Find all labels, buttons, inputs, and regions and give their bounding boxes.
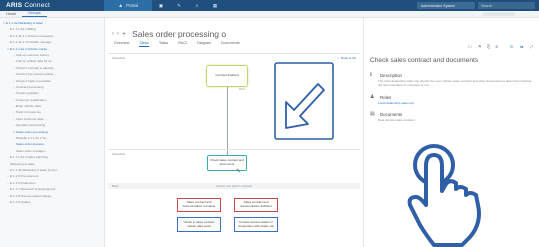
group-tree: ▾E 1.1.4a Marketing & sales ›E 1.1.1 4a 1… [0, 18, 105, 247]
tab-overview[interactable]: Overview [114, 41, 129, 47]
tree-item-label: Quotation processing [16, 123, 46, 128]
panel-tool-1-icon[interactable]: ☐ [468, 44, 472, 49]
tree-item[interactable]: ›E 1.1.9 Quality... [0, 199, 104, 205]
secondary-bar: Home Groups [0, 11, 539, 18]
page-title: Sales order processing o [132, 29, 227, 39]
panel-tool-2-icon[interactable]: ⚑ [478, 44, 482, 49]
role-link[interactable]: Local dealership sales rep [378, 101, 414, 105]
tree-item-label: Sales order manager... [16, 148, 48, 153]
back-to-list-link[interactable]: ← Back to list [337, 56, 356, 60]
tree-item-label: E 1.1.4a Marketing & sales [6, 21, 43, 25]
tree-item-label: Check if contract is already... [16, 65, 56, 70]
process-view: ‹ › + Sales order processing o Overview … [106, 18, 362, 247]
description-text: The local dealership sales rep checks th… [378, 79, 532, 88]
tree-item-label: Contract processing [16, 84, 44, 89]
tree-item-label: E 1.1.4b Marketing & sales (In ber... [10, 167, 60, 172]
band-text: exactly one path is relevant [215, 184, 253, 188]
database-selector[interactable]: Administrator System [417, 2, 475, 9]
tree-item-label: E 1.1.5 Procurement [10, 174, 39, 179]
doc-contract-deficient[interactable]: Sales contract and documentation deficie… [234, 198, 278, 212]
tree-item-label: Marketing & sales [10, 161, 35, 166]
tree-item-label: Check if trade-in possible [16, 78, 51, 83]
lane-label: Overview [112, 56, 125, 60]
tree-item-label: Customer qualification [16, 97, 47, 102]
panel-tool-6-icon[interactable]: ⇆ [520, 44, 523, 49]
portal-icon: ▲ [118, 2, 124, 9]
documents-section: ▤ Documents [370, 111, 403, 117]
panel-tool-4-icon[interactable]: ⊕ [495, 44, 498, 49]
roles-section: ♟ Roles [370, 94, 392, 100]
global-search-input[interactable]: Search [478, 2, 535, 9]
tree-item-label: E 1.1.4a 1 2 Account managem... [10, 33, 56, 38]
tree-item-label: E 1.1.4a 1 3 Portable manage... [10, 40, 54, 45]
panel-tool-7-icon[interactable]: ⤢ [530, 44, 533, 49]
tree-item-label: Call up vehicle data for ac... [16, 59, 55, 64]
tree-item-label: E 1.1.1 4a 1 Billing [10, 27, 36, 32]
top-bar: ARIS Connect ▲ Portal ▣ ✎ ⌕ ▦ Administra… [0, 0, 539, 11]
document-icon: ▤ [370, 111, 375, 117]
person-icon: ♟ [370, 94, 375, 100]
tree-item-label: E 1.1.7 Research & development [10, 187, 56, 192]
collaboration-icon[interactable]: ✎ [170, 0, 188, 11]
tree-item-label: Enter vehicle data [16, 104, 41, 109]
top-right-controls: Administrator System Search [417, 2, 535, 9]
title-row: ‹ › + Sales order processing o [112, 29, 226, 39]
details-panel: ☐ ⚑ ⎘ ⊕ ↻ ⇆ ⤢ Check sales contract and d… [363, 18, 539, 247]
tab-raci[interactable]: RACI [178, 41, 187, 47]
designer-icon[interactable]: ▣ [152, 0, 170, 11]
touch-hand-icon [407, 144, 481, 247]
app-logo[interactable]: ARIS Connect [0, 2, 104, 9]
rule-band: Back exactly one path is relevant [108, 183, 360, 189]
documents-text: New vehicle sales contract [378, 118, 415, 122]
lane-label-2: Overview [112, 152, 125, 156]
tree-item-label: E 1.1.8 Human capital manag... [10, 193, 54, 198]
grid-icon[interactable]: ▦ [206, 0, 224, 11]
doc-contact-documentation[interactable]: Contact documentation in cooperation wit… [234, 217, 278, 232]
details-title: Check sales contract and documents [370, 57, 479, 64]
portal-tab[interactable]: ▲ Portal [104, 0, 152, 11]
tree-item-label: Sales order processing [16, 129, 48, 134]
view-tabs: Overview Steps Tasks RACI Diagram Docume… [114, 41, 240, 47]
tree-item-label: E 1.1.1.4a 3 Sales planning [10, 155, 48, 160]
panel-tool-3-icon[interactable]: ⎘ [487, 44, 490, 49]
event-contract-finalized[interactable]: Contract finalized [206, 65, 248, 87]
home-tab[interactable]: Home [0, 12, 22, 17]
tree-item-label: Modelle 1.1.1.4a 2 Ve... [16, 136, 49, 141]
search-icon[interactable]: ⌕ [188, 0, 206, 11]
tree-item-label: Create quotation [16, 91, 39, 96]
event-raci-label: RACI [239, 88, 246, 91]
tab-documents[interactable]: Documents [221, 41, 240, 47]
doc-contract-complete[interactable]: Sales contract and documentation complet… [177, 198, 221, 212]
tab-tasks[interactable]: Tasks [159, 41, 168, 47]
secondary-filter[interactable] [483, 12, 515, 16]
diagonal-arrow-icon [274, 62, 334, 140]
connector-line [227, 87, 228, 155]
tab-diagram[interactable]: Diagram [197, 41, 211, 47]
info-icon: ℹ [370, 72, 372, 78]
tree-item-label: E 1.1.1.4a 2 Vehicle marke... [10, 46, 50, 51]
tree-item-label: Hand in house fee [16, 110, 42, 115]
panel-tool-5-icon[interactable]: ↻ [510, 44, 513, 49]
tree-item-label: E 1.1.9 Quality... [10, 199, 33, 204]
add-icon[interactable]: + [122, 31, 126, 38]
tree-item-label: E 1.1.6 Production [10, 180, 36, 185]
description-section: ℹ Description [370, 72, 402, 78]
tree-item-label: Check if pre-owned vehicle... [16, 72, 56, 77]
tab-steps[interactable]: Steps [139, 41, 149, 47]
doc-check-master-data[interactable]: Check in sales contract master data post… [177, 217, 221, 232]
edit-icon[interactable]: ✎ [236, 168, 241, 175]
tree-item-label: Sales order process... [16, 142, 47, 147]
groups-tab[interactable]: Groups [22, 11, 47, 17]
forward-arrow-icon[interactable]: › [117, 31, 119, 37]
top-nav: ▲ Portal ▣ ✎ ⌕ ▦ [104, 0, 224, 11]
tree-item-label: Input customer data [16, 116, 44, 121]
back-arrow-icon[interactable]: ‹ [112, 31, 114, 37]
tree-item-label: Call up customer history [16, 52, 50, 57]
